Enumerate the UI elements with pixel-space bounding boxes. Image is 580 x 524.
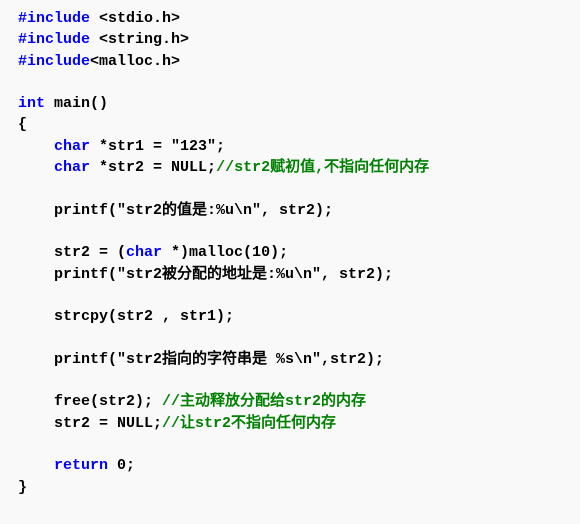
code-text: *str2 = NULL;	[90, 159, 216, 176]
code-text: }	[18, 479, 27, 496]
code-line: {	[18, 114, 562, 135]
code-text: free(str2);	[18, 393, 162, 410]
code-text: <stdio.h>	[90, 10, 180, 27]
keyword: char	[54, 159, 90, 176]
code-text	[18, 457, 54, 474]
comment: //str2赋初值,不指向任何内存	[216, 159, 429, 176]
code-line: return 0;	[18, 455, 562, 476]
code-text: str2 = (	[18, 244, 126, 261]
code-text: printf("str2被分配的地址是:%u\n", str2);	[18, 266, 393, 283]
code-line: printf("str2被分配的地址是:%u\n", str2);	[18, 264, 562, 285]
blank-line	[18, 72, 562, 93]
code-line: #include <stdio.h>	[18, 8, 562, 29]
code-line: }	[18, 477, 562, 498]
code-line: strcpy(str2 , str1);	[18, 306, 562, 327]
blank-line	[18, 285, 562, 306]
code-line: free(str2); //主动释放分配给str2的内存	[18, 391, 562, 412]
code-text: *str1 = "123";	[90, 138, 225, 155]
blank-line	[18, 327, 562, 348]
code-block: #include <stdio.h> #include <string.h> #…	[18, 8, 562, 498]
code-text: printf("str2的值是:%u\n", str2);	[18, 202, 333, 219]
code-line: #include <string.h>	[18, 29, 562, 50]
code-text: <malloc.h>	[90, 53, 180, 70]
code-text: 0;	[108, 457, 135, 474]
keyword: int	[18, 95, 45, 112]
code-line: int main()	[18, 93, 562, 114]
code-line: printf("str2的值是:%u\n", str2);	[18, 200, 562, 221]
comment: //主动释放分配给str2的内存	[162, 393, 366, 410]
code-text	[18, 138, 54, 155]
comment: //让str2不指向任何内存	[162, 415, 336, 432]
keyword: #include	[18, 31, 90, 48]
blank-line	[18, 434, 562, 455]
code-text: printf("str2指向的字符串是 %s\n",str2);	[18, 351, 384, 368]
code-line: printf("str2指向的字符串是 %s\n",str2);	[18, 349, 562, 370]
code-text: *)malloc(10);	[162, 244, 288, 261]
code-text	[18, 159, 54, 176]
code-text: strcpy(str2 , str1);	[18, 308, 234, 325]
keyword: char	[54, 138, 90, 155]
keyword: #include	[18, 10, 90, 27]
code-line: str2 = NULL;//让str2不指向任何内存	[18, 413, 562, 434]
code-text: {	[18, 116, 27, 133]
code-text: main()	[45, 95, 108, 112]
blank-line	[18, 178, 562, 199]
code-text: <string.h>	[90, 31, 189, 48]
keyword: return	[54, 457, 108, 474]
code-line: char *str1 = "123";	[18, 136, 562, 157]
code-line: str2 = (char *)malloc(10);	[18, 242, 562, 263]
code-text: str2 = NULL;	[18, 415, 162, 432]
blank-line	[18, 370, 562, 391]
keyword: char	[126, 244, 162, 261]
blank-line	[18, 221, 562, 242]
code-line: #include<malloc.h>	[18, 51, 562, 72]
code-line: char *str2 = NULL;//str2赋初值,不指向任何内存	[18, 157, 562, 178]
keyword: #include	[18, 53, 90, 70]
